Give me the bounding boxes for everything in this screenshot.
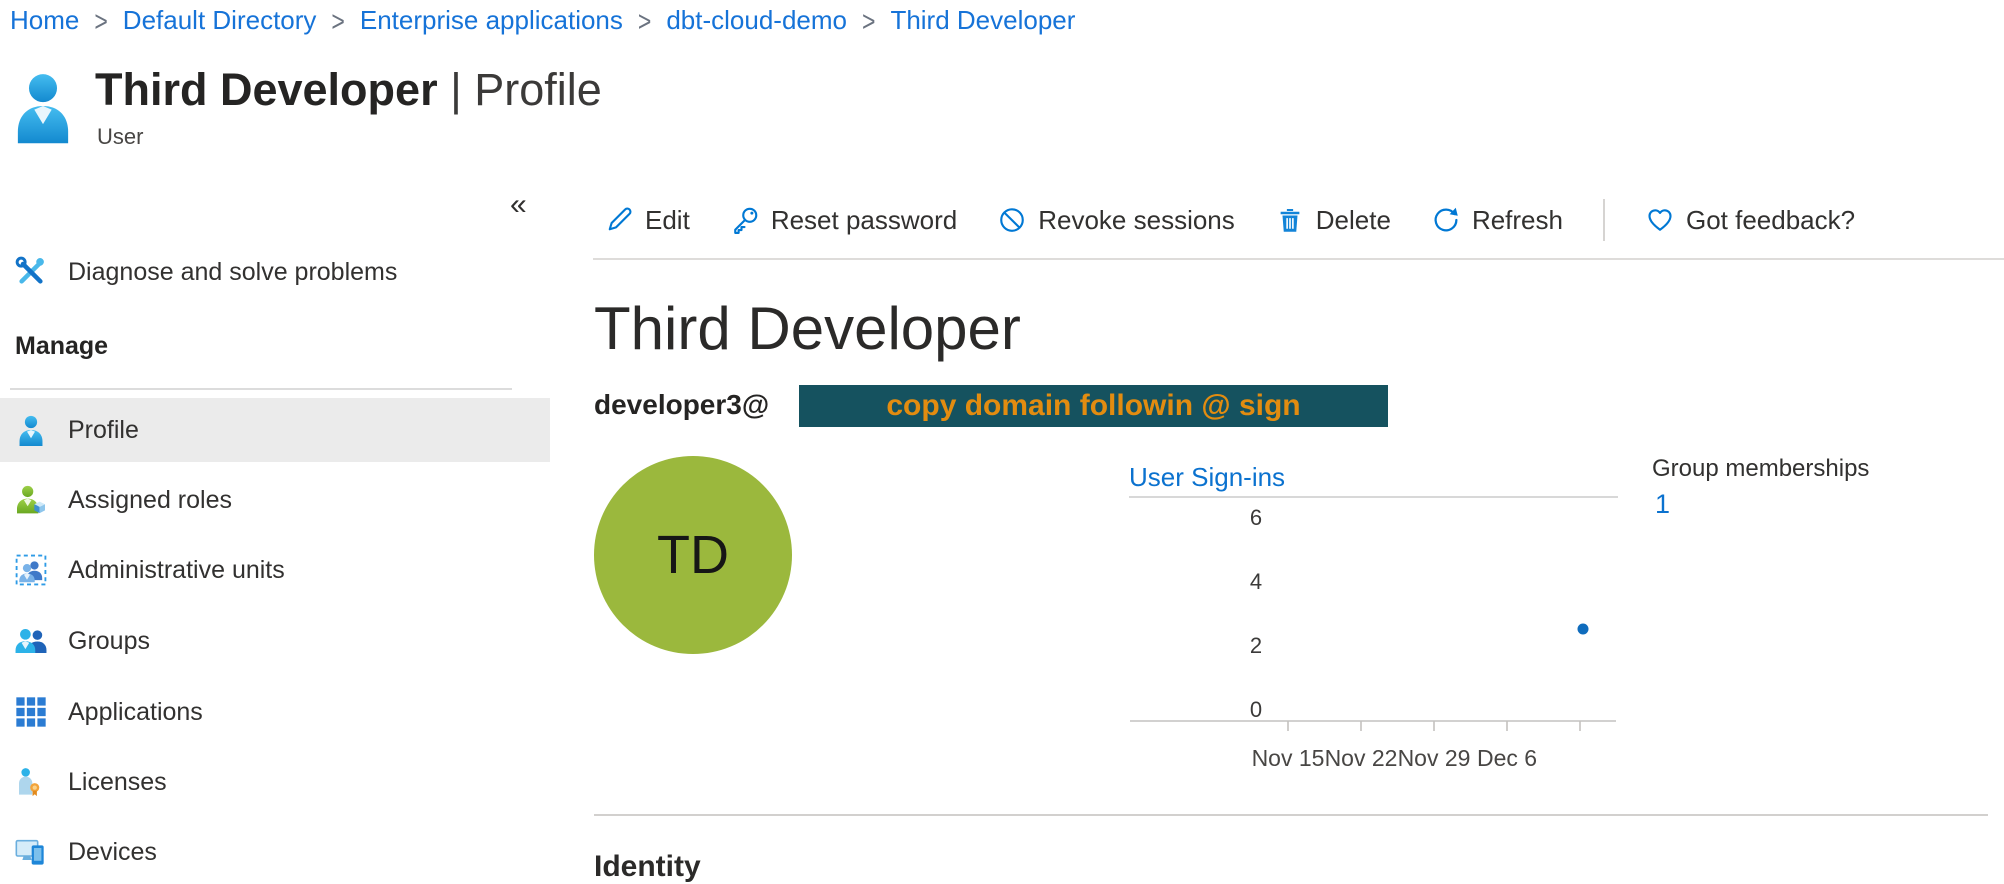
page-title-name: Third Developer	[95, 64, 438, 115]
svg-text:Nov 22: Nov 22	[1325, 745, 1398, 771]
sidebar-item-devices[interactable]: Devices	[0, 820, 550, 884]
svg-text:Nov 15: Nov 15	[1252, 745, 1325, 771]
azure-user-profile-page: Home > Default Directory > Enterprise ap…	[0, 0, 2004, 884]
trash-icon	[1275, 205, 1305, 235]
breadcrumb: Home > Default Directory > Enterprise ap…	[10, 5, 1075, 36]
chevron-right-icon: >	[331, 3, 344, 38]
got-feedback-label: Got feedback?	[1686, 205, 1855, 236]
svg-text:Dec 6: Dec 6	[1477, 745, 1537, 771]
sidebar-item-licenses[interactable]: Licenses	[0, 750, 550, 814]
email-domain-redaction-overlay: copy domain followin @ sign	[799, 385, 1388, 427]
group-memberships-label: Group memberships	[1652, 455, 1869, 483]
sidebar-collapse-button[interactable]: «	[510, 190, 527, 220]
delete-button[interactable]: Delete	[1275, 205, 1391, 236]
breadcrumb-enterprise-applications[interactable]: Enterprise applications	[360, 5, 623, 36]
sidebar-item-label: Profile	[68, 416, 139, 445]
svg-text:0: 0	[1250, 697, 1262, 722]
breadcrumb-dbt-cloud-demo[interactable]: dbt-cloud-demo	[666, 5, 847, 36]
chart-title-divider	[1129, 496, 1618, 498]
breadcrumb-home[interactable]: Home	[10, 5, 79, 36]
section-divider	[594, 814, 1988, 816]
pencil-icon	[604, 205, 634, 235]
svg-text:4: 4	[1250, 569, 1262, 594]
block-icon	[997, 205, 1027, 235]
delete-label: Delete	[1316, 205, 1391, 236]
edit-button[interactable]: Edit	[604, 205, 690, 236]
chevron-right-icon: >	[94, 3, 107, 38]
breadcrumb-default-directory[interactable]: Default Directory	[123, 5, 317, 36]
sidebar-item-label: Administrative units	[68, 556, 285, 585]
command-bar: Edit Reset password Revoke sessions	[604, 194, 1855, 246]
refresh-button[interactable]: Refresh	[1431, 205, 1563, 236]
double-chevron-left-icon: «	[510, 188, 527, 221]
page-title-section: | Profile	[438, 64, 602, 115]
sidebar-item-label: Applications	[68, 698, 203, 727]
devices-icon	[15, 836, 47, 868]
sidebar-item-label: Groups	[68, 627, 150, 656]
sidebar-item-label: Diagnose and solve problems	[68, 258, 397, 287]
assigned-roles-icon	[15, 484, 47, 516]
administrative-units-icon	[15, 554, 47, 586]
reset-password-button[interactable]: Reset password	[730, 205, 957, 236]
svg-text:2: 2	[1250, 633, 1262, 658]
groups-icon	[15, 625, 47, 657]
licenses-icon	[15, 766, 47, 798]
sidebar-item-assigned-roles[interactable]: Assigned roles	[0, 468, 550, 532]
refresh-label: Refresh	[1472, 205, 1563, 236]
user-sign-ins-link[interactable]: User Sign-ins	[1129, 462, 1285, 493]
user-icon	[14, 70, 72, 149]
sidebar-item-label: Devices	[68, 838, 157, 867]
profile-user-icon	[15, 414, 47, 446]
user-display-name: Third Developer	[594, 294, 1021, 363]
svg-text:Nov 29: Nov 29	[1398, 745, 1471, 771]
toolbar-divider	[593, 258, 2004, 260]
key-icon	[730, 205, 760, 235]
page-title: Third Developer | Profile	[95, 64, 602, 116]
revoke-sessions-label: Revoke sessions	[1038, 205, 1235, 236]
heart-icon	[1645, 205, 1675, 235]
sidebar-item-administrative-units[interactable]: Administrative units	[0, 538, 550, 602]
sidebar-item-groups[interactable]: Groups	[0, 609, 550, 673]
chevron-right-icon: >	[862, 3, 875, 38]
breadcrumb-third-developer[interactable]: Third Developer	[890, 5, 1075, 36]
sidebar-item-diagnose[interactable]: Diagnose and solve problems	[0, 240, 550, 304]
user-sign-ins-chart: 6 4 2 0 Nov 15Nov 22Nov 29Dec 6	[1125, 500, 1625, 790]
identity-section-heading: Identity	[594, 850, 701, 884]
refresh-icon	[1431, 205, 1461, 235]
sidebar-item-label: Assigned roles	[68, 486, 232, 515]
reset-password-label: Reset password	[771, 205, 957, 236]
sidebar-item-label: Licenses	[68, 768, 167, 797]
avatar-initials: TD	[657, 524, 729, 586]
group-memberships-count-link[interactable]: 1	[1655, 489, 1670, 520]
sidebar-item-profile[interactable]: Profile	[0, 398, 550, 462]
revoke-sessions-button[interactable]: Revoke sessions	[997, 205, 1235, 236]
toolbar-separator	[1603, 199, 1605, 241]
chevron-right-icon: >	[638, 3, 651, 38]
sidebar-item-applications[interactable]: Applications	[0, 680, 550, 744]
sidebar-divider	[10, 388, 512, 390]
edit-label: Edit	[645, 205, 690, 236]
got-feedback-button[interactable]: Got feedback?	[1645, 205, 1855, 236]
svg-text:6: 6	[1250, 505, 1262, 530]
user-email-prefix: developer3@	[594, 389, 769, 421]
avatar: TD	[594, 456, 792, 654]
sidebar-section-manage: Manage	[15, 332, 108, 361]
applications-grid-icon	[15, 696, 47, 728]
page-subtitle: User	[97, 124, 143, 150]
diagnose-tools-icon	[15, 256, 47, 288]
